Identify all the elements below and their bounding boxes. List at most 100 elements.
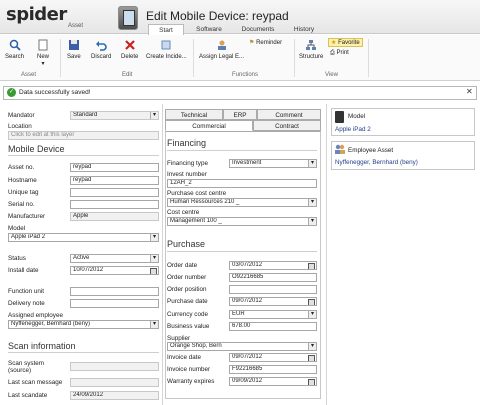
check-icon: ✓ (7, 88, 16, 97)
invest-number-input[interactable]: 12AH_2 (167, 179, 317, 188)
function-unit-input[interactable] (70, 287, 159, 296)
install-date-input[interactable]: 10/07/2012 (70, 266, 159, 275)
invoice-number-input[interactable]: F92216685 (229, 365, 317, 374)
install-date-label: Install date (8, 267, 39, 274)
app-logo: spider (6, 4, 67, 25)
business-value-label: Business value (167, 323, 210, 330)
purchase-date-label: Purchase date (167, 298, 208, 305)
structure-icon (306, 40, 317, 50)
save-button[interactable]: Save (67, 39, 81, 60)
reminder-icon: ⚑ (249, 40, 255, 46)
tab-software[interactable]: Software (188, 24, 230, 35)
undo-icon (96, 41, 107, 51)
delete-button[interactable]: Delete (121, 39, 138, 60)
last-scandate-field: 24/09/2012 (70, 391, 159, 400)
delivery-note-input[interactable] (70, 299, 159, 308)
assign-icon (217, 40, 226, 50)
model-label: Model (8, 225, 26, 232)
function-unit-label: Function unit (8, 288, 45, 295)
serial-label: Serial no. (8, 201, 35, 208)
mandator-select[interactable]: Standard (70, 111, 159, 120)
purchase-date-input[interactable]: 09/07/2012 (229, 297, 317, 306)
unique-tag-input[interactable] (70, 188, 159, 197)
model-card-label: Model (348, 113, 366, 120)
warranty-expires-label: Warranty expires (167, 378, 215, 385)
location-field[interactable]: Click to edit at this layer (8, 131, 159, 140)
discard-button[interactable]: Discard (91, 39, 111, 60)
invoice-date-label: Invoice date (167, 354, 201, 361)
app-logo-sub: Asset (68, 23, 84, 29)
create-incident-button[interactable]: Create Incide... (146, 39, 187, 60)
tab-comment[interactable]: Comment (257, 109, 321, 120)
hostname-label: Hostname (8, 177, 37, 184)
cost-centre-label: Cost centre (167, 209, 200, 216)
employee-card-label: Employee Asset (348, 147, 394, 154)
supplier-label: Supplier (167, 335, 191, 342)
tab-commercial[interactable]: Commercial (165, 120, 253, 131)
asset-no-input[interactable]: reypad (70, 163, 159, 172)
last-scan-message-field (70, 378, 159, 387)
printer-icon: ⎙ (330, 50, 335, 56)
section-purchase: Purchase (167, 239, 206, 249)
section-scan-information: Scan information (8, 341, 76, 351)
divider (193, 39, 194, 77)
users-icon (335, 144, 345, 154)
scan-system-sub-label: (source) (8, 367, 32, 374)
reminder-button[interactable]: ⚑ Reminder (249, 39, 282, 46)
warranty-expires-input[interactable]: 09/09/2012 (229, 377, 317, 386)
supplier-select[interactable]: Orange Shop, Bern (167, 342, 317, 351)
tablet-icon (335, 111, 344, 123)
hostname-input[interactable]: reypad (70, 176, 159, 185)
delivery-note-label: Delivery note (8, 300, 45, 307)
mandator-label: Mandator (8, 112, 35, 119)
divider (162, 104, 163, 405)
last-scan-message-label: Last scan message (8, 379, 63, 386)
divider (167, 150, 317, 151)
order-date-input[interactable]: 03/07/2012 (229, 261, 317, 270)
model-card-link[interactable]: Apple iPad 2 (335, 126, 371, 133)
group-edit-label: Edit (122, 72, 133, 78)
employee-card-link[interactable]: Nyffenegger, Bernhard (beny) (335, 159, 418, 166)
currency-code-label: Currency code (167, 311, 208, 318)
asset-no-label: Asset no. (8, 164, 35, 171)
order-position-input[interactable] (229, 285, 317, 294)
tab-technical[interactable]: Technical (165, 109, 223, 120)
last-scandate-label: Last scandate (8, 392, 48, 399)
assigned-employee-label: Assigned employee (8, 312, 63, 319)
divider (368, 39, 369, 77)
tab-documents[interactable]: Documents (234, 24, 282, 35)
close-icon[interactable]: ✕ (466, 87, 473, 96)
tab-start[interactable]: Start (148, 24, 184, 35)
print-button[interactable]: ⎙ Print (330, 50, 349, 57)
invest-number-label: Invest number (167, 171, 207, 178)
cost-centre-select[interactable]: Management 100 _ (167, 217, 317, 226)
purchase-cost-centre-label: Purchase cost centre (167, 190, 227, 197)
model-select[interactable]: Apple iPad 2 (8, 233, 159, 242)
delete-icon (124, 40, 135, 50)
order-number-input[interactable]: O92216685 (229, 273, 317, 282)
search-icon (9, 39, 21, 51)
manufacturer-field[interactable]: Apple (70, 212, 159, 221)
mobile-device-icon (118, 6, 138, 30)
order-date-label: Order date (167, 262, 198, 269)
structure-button[interactable]: Structure (299, 39, 323, 60)
search-button[interactable]: Search (5, 39, 24, 60)
new-button[interactable]: New ▾ (37, 39, 49, 67)
chevron-down-icon: ▾ (41, 61, 45, 67)
financing-type-select[interactable]: Investment (229, 159, 317, 168)
scan-system-field (70, 362, 159, 371)
assign-legal-button[interactable]: Assign Legal E... (199, 39, 244, 60)
tab-contract[interactable]: Contract (253, 120, 321, 131)
purchase-cost-centre-select[interactable]: Human Ressources 210 _ (167, 198, 317, 207)
tab-erp[interactable]: ERP (223, 109, 257, 120)
tab-history[interactable]: History (286, 24, 322, 35)
business-value-input[interactable]: 678.00 (229, 322, 317, 331)
assigned-employee-select[interactable]: Nyffenegger, Bernhard (beny) (8, 320, 159, 329)
status-select[interactable]: Active (70, 254, 159, 263)
currency-code-select[interactable]: EUR (229, 310, 317, 319)
favorite-button[interactable]: ★ Favorite (328, 38, 363, 47)
invoice-date-input[interactable]: 09/07/2012 (229, 353, 317, 362)
scan-system-label: Scan system (8, 360, 45, 367)
floppy-disk-icon (68, 40, 79, 50)
serial-input[interactable] (70, 200, 159, 209)
